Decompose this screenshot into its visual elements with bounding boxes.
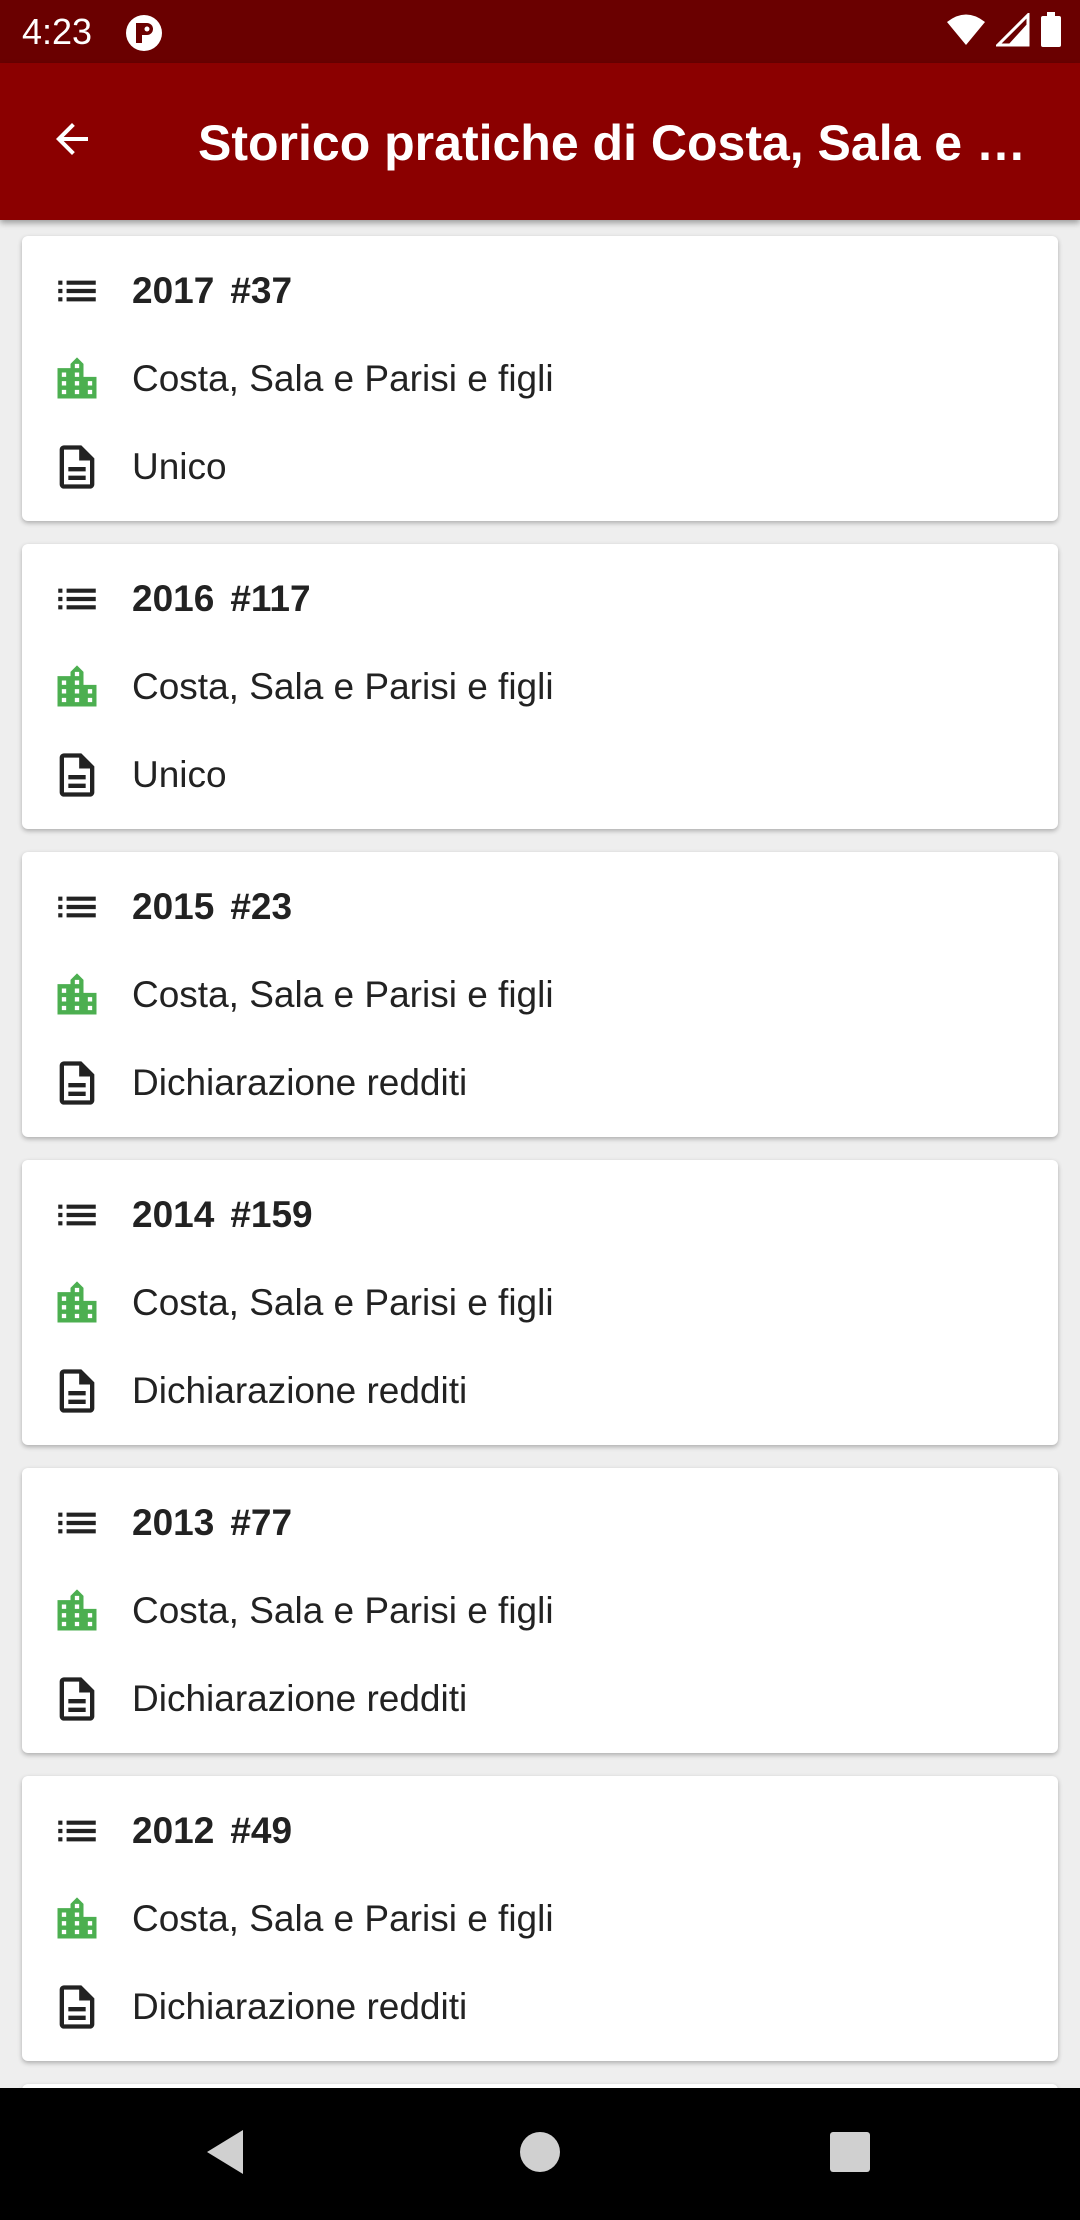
building-icon xyxy=(50,1892,104,1946)
back-button[interactable] xyxy=(40,109,104,173)
record-type: Unico xyxy=(132,446,227,487)
record-card[interactable]: 2014 #159 Costa, Sala e Parisi e figli Di… xyxy=(22,1160,1058,1445)
building-icon xyxy=(50,1276,104,1330)
record-type: Unico xyxy=(132,754,227,795)
record-number: #37 xyxy=(230,270,293,311)
battery-icon xyxy=(1040,11,1062,53)
app-bar: Storico pratiche di Costa, Sala e Parisi… xyxy=(0,63,1080,220)
record-card[interactable]: 2017 #37 Costa, Sala e Parisi e figli Uni… xyxy=(22,236,1058,521)
record-title-row: 2017 #37 xyxy=(22,261,1058,321)
record-title: 2017 #37 xyxy=(132,269,292,313)
record-company-row: Costa, Sala e Parisi e figli xyxy=(22,1889,1058,1949)
record-type-row: Dichiarazione redditi xyxy=(22,1361,1058,1421)
record-company-row: Costa, Sala e Parisi e figli xyxy=(22,965,1058,1025)
record-number: #159 xyxy=(230,1194,313,1235)
record-title-row: 2013 #77 xyxy=(22,1493,1058,1553)
arrow-back-icon xyxy=(48,115,96,168)
app-notification-icon xyxy=(125,14,163,52)
record-type: Dichiarazione redditi xyxy=(132,1370,468,1411)
page-title: Storico pratiche di Costa, Sala e Parisi… xyxy=(198,115,1048,171)
record-year: 2015 xyxy=(132,886,215,927)
record-card[interactable]: 2016 #117 Costa, Sala e Parisi e figli Un… xyxy=(22,544,1058,829)
document-icon xyxy=(50,748,104,802)
record-type-row: Dichiarazione redditi xyxy=(22,1669,1058,1729)
document-icon xyxy=(50,1980,104,2034)
building-icon xyxy=(50,1584,104,1638)
record-number: #77 xyxy=(230,1502,293,1543)
building-icon xyxy=(50,660,104,714)
record-year: 2014 xyxy=(132,1194,215,1235)
status-bar: 4:23 xyxy=(0,0,1080,63)
record-title: 2014 #159 xyxy=(132,1193,313,1237)
list-icon xyxy=(50,264,104,318)
record-title-row: 2015 #23 xyxy=(22,877,1058,937)
record-type-row: Unico xyxy=(22,437,1058,497)
navigation-bar xyxy=(0,2088,1080,2220)
document-icon xyxy=(50,440,104,494)
record-card[interactable]: 2015 #23 Costa, Sala e Parisi e figli Dic… xyxy=(22,852,1058,1137)
nav-recents-icon xyxy=(828,2130,872,2179)
record-year: 2013 xyxy=(132,1502,215,1543)
record-company-row: Costa, Sala e Parisi e figli xyxy=(22,349,1058,409)
record-company: Costa, Sala e Parisi e figli xyxy=(132,1590,554,1631)
record-title-row: 2014 #159 xyxy=(22,1185,1058,1245)
record-year: 2012 xyxy=(132,1810,215,1851)
record-number: #49 xyxy=(230,1810,293,1851)
record-type: Dichiarazione redditi xyxy=(132,1062,468,1103)
wifi-icon xyxy=(946,13,986,52)
record-type: Dichiarazione redditi xyxy=(132,1678,468,1719)
document-icon xyxy=(50,1056,104,1110)
nav-home-icon xyxy=(518,2130,562,2179)
record-card[interactable]: 2013 #77 Costa, Sala e Parisi e figli Dic… xyxy=(22,1468,1058,1753)
record-company-row: Costa, Sala e Parisi e figli xyxy=(22,657,1058,717)
record-company: Costa, Sala e Parisi e figli xyxy=(132,358,554,399)
record-card[interactable]: 2012 #49 Costa, Sala e Parisi e figli Dic… xyxy=(22,1776,1058,2061)
record-company: Costa, Sala e Parisi e figli xyxy=(132,1898,554,1939)
document-icon xyxy=(50,1364,104,1418)
signal-icon xyxy=(994,10,1030,52)
record-company: Costa, Sala e Parisi e figli xyxy=(132,974,554,1015)
status-icons xyxy=(946,10,1062,53)
record-company: Costa, Sala e Parisi e figli xyxy=(132,666,554,707)
record-number: #23 xyxy=(230,886,293,927)
record-company: Costa, Sala e Parisi e figli xyxy=(132,1282,554,1323)
record-company-row: Costa, Sala e Parisi e figli xyxy=(22,1273,1058,1333)
nav-back-icon xyxy=(203,2128,247,2181)
nav-recents-button[interactable] xyxy=(820,2124,880,2184)
list-icon xyxy=(50,880,104,934)
list-icon xyxy=(50,1188,104,1242)
building-icon xyxy=(50,968,104,1022)
record-type-row: Unico xyxy=(22,745,1058,805)
nav-home-button[interactable] xyxy=(510,2124,570,2184)
record-title-row: 2016 #117 xyxy=(22,569,1058,629)
record-number: #117 xyxy=(230,578,311,619)
record-title: 2012 #49 xyxy=(132,1809,292,1853)
record-title-row: 2012 #49 xyxy=(22,1801,1058,1861)
nav-back-button[interactable] xyxy=(195,2124,255,2184)
status-time: 4:23 xyxy=(22,11,93,52)
record-company-row: Costa, Sala e Parisi e figli xyxy=(22,1581,1058,1641)
building-icon xyxy=(50,352,104,406)
record-title: 2013 #77 xyxy=(132,1501,292,1545)
list-icon xyxy=(50,572,104,626)
record-title: 2015 #23 xyxy=(132,885,292,929)
record-title: 2016 #117 xyxy=(132,577,311,621)
record-type: Dichiarazione redditi xyxy=(132,1986,468,2027)
screen: 4:23 Storico pratiche di Costa, Sala e P… xyxy=(0,0,1080,2220)
record-type-row: Dichiarazione redditi xyxy=(22,1053,1058,1113)
list-icon xyxy=(50,1496,104,1550)
list-icon xyxy=(50,1804,104,1858)
record-year: 2017 xyxy=(132,270,215,311)
document-icon xyxy=(50,1672,104,1726)
record-year: 2016 xyxy=(132,578,215,619)
record-type-row: Dichiarazione redditi xyxy=(22,1977,1058,2037)
records-list: 2017 #37 Costa, Sala e Parisi e figli Uni… xyxy=(22,236,1058,2124)
